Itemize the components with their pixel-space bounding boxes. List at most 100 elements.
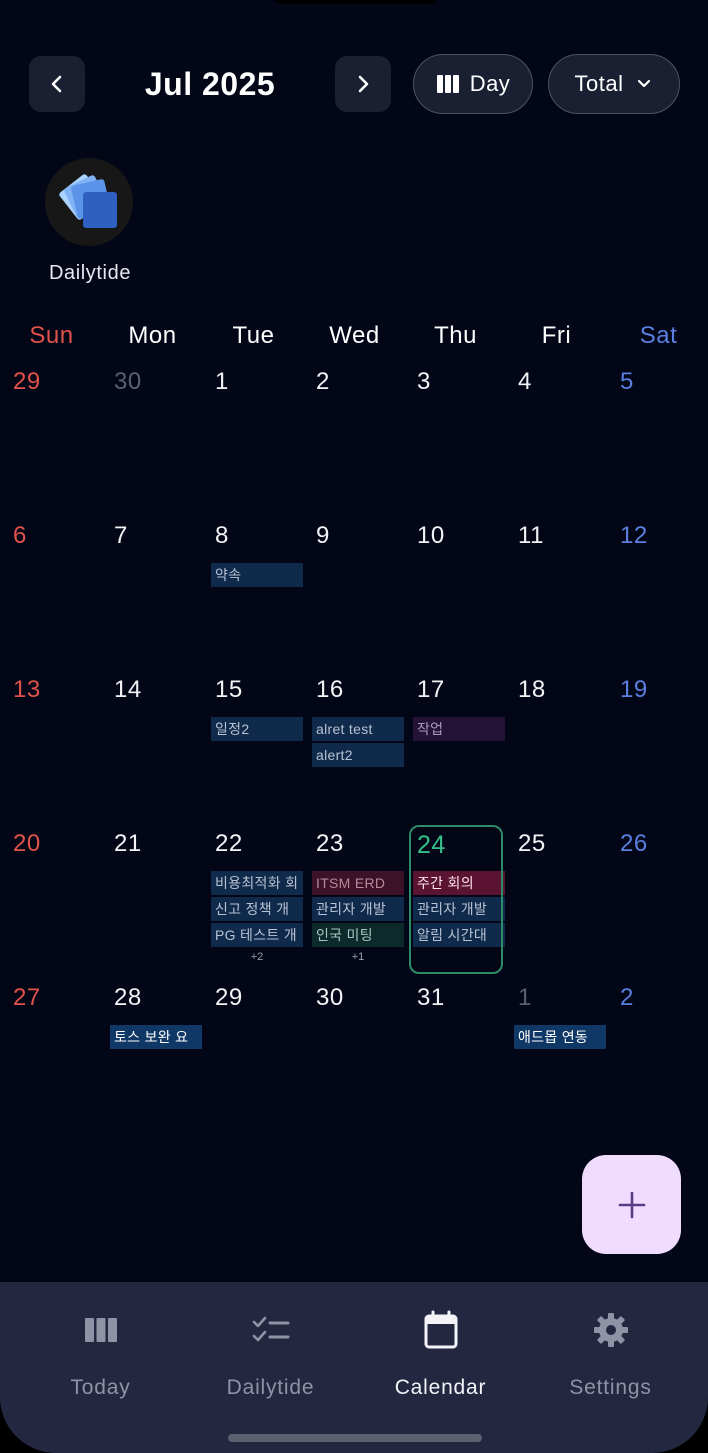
event-chip[interactable]: 약속 bbox=[211, 563, 303, 587]
day-number: 30 bbox=[114, 368, 142, 395]
day-cell[interactable]: 6 bbox=[1, 514, 102, 668]
nav-dailytide[interactable]: Dailytide bbox=[182, 1310, 359, 1420]
nav-today-label: Today bbox=[70, 1376, 131, 1399]
day-cell[interactable]: 2 bbox=[608, 976, 708, 1130]
day-number: 31 bbox=[417, 984, 445, 1011]
more-events-count[interactable]: +1 bbox=[312, 949, 404, 965]
event-chip[interactable]: 신고 정책 개 bbox=[211, 897, 303, 921]
day-cell[interactable]: 20 bbox=[1, 822, 102, 976]
bottom-navigation: Today Dailytide Calendar Settings bbox=[0, 1282, 708, 1453]
event-list: 작업 bbox=[413, 717, 505, 743]
day-cell[interactable]: 9 bbox=[304, 514, 405, 668]
weekday-mon: Mon bbox=[128, 322, 177, 349]
day-cell[interactable]: 16 alret test alert2 bbox=[304, 668, 405, 822]
day-cell[interactable]: 25 bbox=[506, 822, 607, 976]
day-cell[interactable]: 19 bbox=[608, 668, 708, 822]
nav-dailytide-label: Dailytide bbox=[226, 1376, 315, 1399]
view-mode-label: Day bbox=[469, 71, 511, 96]
add-event-button[interactable] bbox=[582, 1155, 681, 1254]
weekday-sat: Sat bbox=[639, 322, 678, 349]
previous-month-button[interactable] bbox=[29, 56, 85, 112]
day-number: 16 bbox=[316, 676, 344, 703]
event-chip[interactable]: ITSM ERD bbox=[312, 871, 404, 895]
day-cell[interactable]: 21 bbox=[102, 822, 203, 976]
next-month-button[interactable] bbox=[335, 56, 391, 112]
day-cell[interactable]: 27 bbox=[1, 976, 102, 1130]
day-cell[interactable]: 23 ITSM ERD 관리자 개발 인국 미팅 +1 bbox=[304, 822, 405, 976]
day-number: 28 bbox=[114, 984, 142, 1011]
day-number: 9 bbox=[316, 522, 330, 549]
day-cell[interactable]: 30 bbox=[304, 976, 405, 1130]
day-cell[interactable]: 29 bbox=[203, 976, 304, 1130]
day-number: 6 bbox=[13, 522, 27, 549]
event-chip[interactable]: 비용최적화 회 bbox=[211, 871, 303, 895]
filter-dropdown[interactable]: Total bbox=[548, 54, 680, 114]
nav-today[interactable]: Today bbox=[12, 1310, 189, 1420]
nav-calendar-label: Calendar bbox=[394, 1376, 487, 1399]
app-logo-icon bbox=[59, 174, 117, 228]
day-cell[interactable]: 1 애드몹 연동 bbox=[506, 976, 607, 1130]
day-cell[interactable]: 7 bbox=[102, 514, 203, 668]
home-indicator bbox=[228, 1434, 482, 1442]
day-cell[interactable]: 1 bbox=[203, 360, 304, 514]
event-chip[interactable]: 관리자 개발 bbox=[312, 897, 404, 921]
view-mode-button[interactable]: Day bbox=[413, 54, 533, 114]
nav-settings[interactable]: Settings bbox=[522, 1310, 699, 1420]
day-number: 21 bbox=[114, 830, 142, 857]
calendar-icon bbox=[421, 1310, 461, 1350]
day-cell[interactable]: 13 bbox=[1, 668, 102, 822]
day-cell[interactable]: 12 bbox=[608, 514, 708, 668]
day-cell[interactable]: 28 토스 보완 요 bbox=[102, 976, 203, 1130]
day-number: 20 bbox=[13, 830, 41, 857]
event-chip[interactable]: 작업 bbox=[413, 717, 505, 741]
chevron-right-icon bbox=[358, 75, 369, 93]
event-chip[interactable]: alret test bbox=[312, 717, 404, 741]
app-filter-chip[interactable]: Dailytide bbox=[40, 158, 140, 285]
checklist-icon bbox=[251, 1310, 291, 1350]
event-list: alret test alert2 bbox=[312, 717, 404, 769]
day-number: 5 bbox=[620, 368, 634, 395]
day-cell[interactable]: 17 작업 bbox=[405, 668, 506, 822]
day-number: 12 bbox=[620, 522, 648, 549]
day-cell[interactable]: 22 비용최적화 회 신고 정책 개 PG 테스트 개 +2 bbox=[203, 822, 304, 976]
event-chip[interactable]: PG 테스트 개 bbox=[211, 923, 303, 947]
event-chip[interactable]: 애드몹 연동 bbox=[514, 1025, 606, 1049]
day-number: 22 bbox=[215, 830, 243, 857]
day-cell[interactable]: 30 bbox=[102, 360, 203, 514]
day-cell[interactable]: 29 bbox=[1, 360, 102, 514]
app-name-label: Dailytide bbox=[48, 262, 132, 284]
event-chip[interactable]: alert2 bbox=[312, 743, 404, 767]
day-cell[interactable]: 4 bbox=[506, 360, 607, 514]
event-chip[interactable]: 토스 보완 요 bbox=[110, 1025, 202, 1049]
day-cell[interactable]: 14 bbox=[102, 668, 203, 822]
columns-icon bbox=[81, 1310, 121, 1350]
day-number: 30 bbox=[316, 984, 344, 1011]
day-number: 2 bbox=[316, 368, 330, 395]
event-chip[interactable]: 인국 미팅 bbox=[312, 923, 404, 947]
day-cell[interactable]: 8 약속 bbox=[203, 514, 304, 668]
day-cell[interactable]: 2 bbox=[304, 360, 405, 514]
month-title: Jul 2025 bbox=[144, 66, 276, 102]
weekday-wed: Wed bbox=[329, 322, 380, 349]
day-number: 19 bbox=[620, 676, 648, 703]
day-cell[interactable]: 15 일정2 bbox=[203, 668, 304, 822]
day-number: 1 bbox=[215, 368, 229, 395]
day-cell[interactable]: 10 bbox=[405, 514, 506, 668]
day-cell[interactable]: 11 bbox=[506, 514, 607, 668]
nav-calendar[interactable]: Calendar bbox=[352, 1310, 529, 1420]
event-chip[interactable]: 일정2 bbox=[211, 717, 303, 741]
day-cell[interactable]: 26 bbox=[608, 822, 708, 976]
app-avatar bbox=[45, 158, 133, 246]
app-screen: Jul 2025 Day Total Dailytide Sun Mon Tue We… bbox=[0, 0, 708, 1453]
event-list: ITSM ERD 관리자 개발 인국 미팅 +1 bbox=[312, 871, 404, 965]
day-number: 4 bbox=[518, 368, 532, 395]
weekday-thu: Thu bbox=[434, 322, 477, 349]
day-cell[interactable]: 31 bbox=[405, 976, 506, 1130]
nav-settings-label: Settings bbox=[569, 1376, 652, 1399]
more-events-count[interactable]: +2 bbox=[211, 949, 303, 965]
day-cell[interactable]: 3 bbox=[405, 360, 506, 514]
event-list: 비용최적화 회 신고 정책 개 PG 테스트 개 +2 bbox=[211, 871, 303, 965]
day-cell[interactable]: 18 bbox=[506, 668, 607, 822]
event-list: 애드몹 연동 bbox=[514, 1025, 606, 1051]
day-cell[interactable]: 5 bbox=[608, 360, 708, 514]
